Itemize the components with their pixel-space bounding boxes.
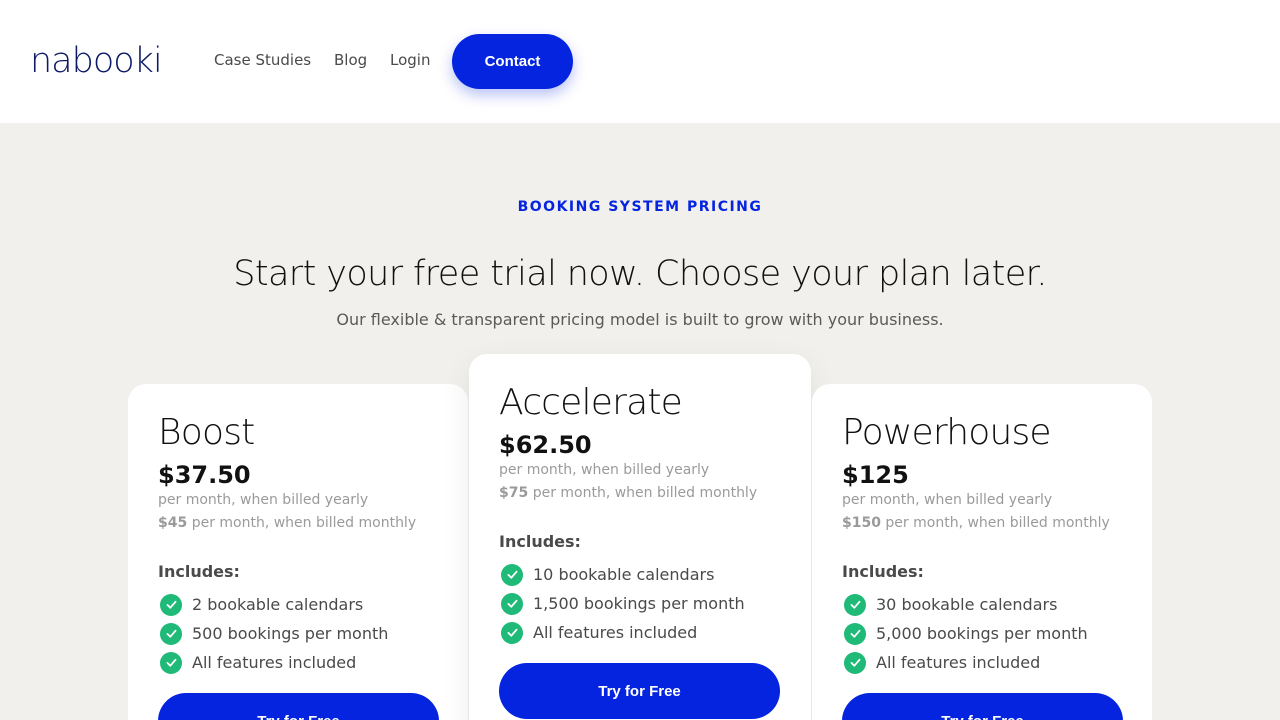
plan-name: Accelerate: [499, 382, 683, 423]
plan-monthly-note: $75 per month, when billed monthly: [499, 483, 757, 503]
feature-label: 1,500 bookings per month: [533, 594, 745, 613]
try-for-free-button[interactable]: Try for Free: [158, 693, 439, 720]
section-eyebrow: BOOKING SYSTEM PRICING: [517, 199, 763, 215]
plan-yearly-note: per month, when billed yearly: [158, 492, 369, 508]
feature-item: 5,000 bookings per month: [842, 619, 1088, 648]
feature-label: 10 bookable calendars: [533, 565, 715, 584]
feature-label: 5,000 bookings per month: [876, 624, 1088, 643]
nav-case-studies[interactable]: Case Studies: [214, 50, 311, 70]
feature-item: 10 bookable calendars: [499, 560, 745, 589]
page-headline: Start your free trial now. Choose your p…: [233, 254, 1047, 294]
feature-label: All features included: [533, 623, 698, 642]
plan-card-boost: Boost $37.50 per month, when billed year…: [128, 384, 468, 720]
check-circle-icon: [160, 593, 182, 616]
nabooki-logo[interactable]: nabooki: [30, 40, 170, 82]
feature-label: 30 bookable calendars: [876, 595, 1058, 614]
plan-card-accelerate: Accelerate $62.50 per month, when billed…: [469, 354, 811, 720]
plan-monthly-price: $75: [499, 485, 529, 501]
plan-monthly-price: $45: [158, 515, 188, 531]
plan-monthly-note: $150 per month, when billed monthly: [842, 513, 1110, 533]
check-circle-icon: [160, 622, 182, 645]
plan-yearly-note: per month, when billed yearly: [842, 492, 1053, 508]
includes-heading: Includes:: [158, 562, 240, 581]
feature-label: All features included: [192, 653, 357, 672]
feature-list: 10 bookable calendars 1,500 bookings per…: [499, 560, 745, 647]
check-circle-icon: [501, 621, 523, 644]
plan-monthly-label: per month, when billed monthly: [191, 515, 417, 531]
plan-monthly-label: per month, when billed monthly: [532, 485, 758, 501]
check-circle-icon: [501, 592, 523, 615]
includes-heading: Includes:: [499, 532, 581, 551]
plan-price: $125: [842, 461, 909, 489]
feature-list: 2 bookable calendars 500 bookings per mo…: [158, 590, 388, 677]
logo-text: nabooki: [30, 41, 163, 81]
feature-item: 1,500 bookings per month: [499, 589, 745, 618]
plan-price: $62.50: [499, 431, 592, 459]
feature-label: 2 bookable calendars: [192, 595, 364, 614]
feature-item: All features included: [158, 648, 388, 677]
try-for-free-button[interactable]: Try for Free: [842, 693, 1123, 720]
feature-item: 30 bookable calendars: [842, 590, 1088, 619]
feature-item: All features included: [499, 618, 745, 647]
plan-name: Boost: [158, 412, 255, 453]
feature-label: 500 bookings per month: [192, 624, 389, 643]
includes-heading: Includes:: [842, 562, 924, 581]
page-subhead: Our flexible & transparent pricing model…: [336, 310, 944, 329]
feature-item: 2 bookable calendars: [158, 590, 388, 619]
nav-login[interactable]: Login: [390, 50, 430, 70]
feature-label: All features included: [876, 653, 1041, 672]
feature-list: 30 bookable calendars 5,000 bookings per…: [842, 590, 1088, 677]
plan-monthly-label: per month, when billed monthly: [885, 515, 1110, 531]
plan-yearly-note: per month, when billed yearly: [499, 462, 710, 478]
plan-name: Powerhouse: [842, 412, 1052, 453]
feature-item: All features included: [842, 648, 1088, 677]
check-circle-icon: [160, 651, 182, 674]
nav-blog[interactable]: Blog: [334, 50, 367, 70]
try-for-free-button[interactable]: Try for Free: [499, 663, 780, 719]
plan-price: $37.50: [158, 461, 251, 489]
feature-item: 500 bookings per month: [158, 619, 388, 648]
check-circle-icon: [501, 563, 523, 586]
plan-monthly-note: $45 per month, when billed monthly: [158, 513, 416, 533]
plan-monthly-price: $150: [842, 515, 881, 531]
contact-button[interactable]: Contact: [452, 34, 573, 89]
check-circle-icon: [844, 593, 866, 616]
check-circle-icon: [844, 622, 866, 645]
plan-card-powerhouse: Powerhouse $125 per month, when billed y…: [812, 384, 1152, 720]
site-header: nabooki Case Studies Blog Login Contact: [0, 0, 1280, 123]
check-circle-icon: [844, 651, 866, 674]
